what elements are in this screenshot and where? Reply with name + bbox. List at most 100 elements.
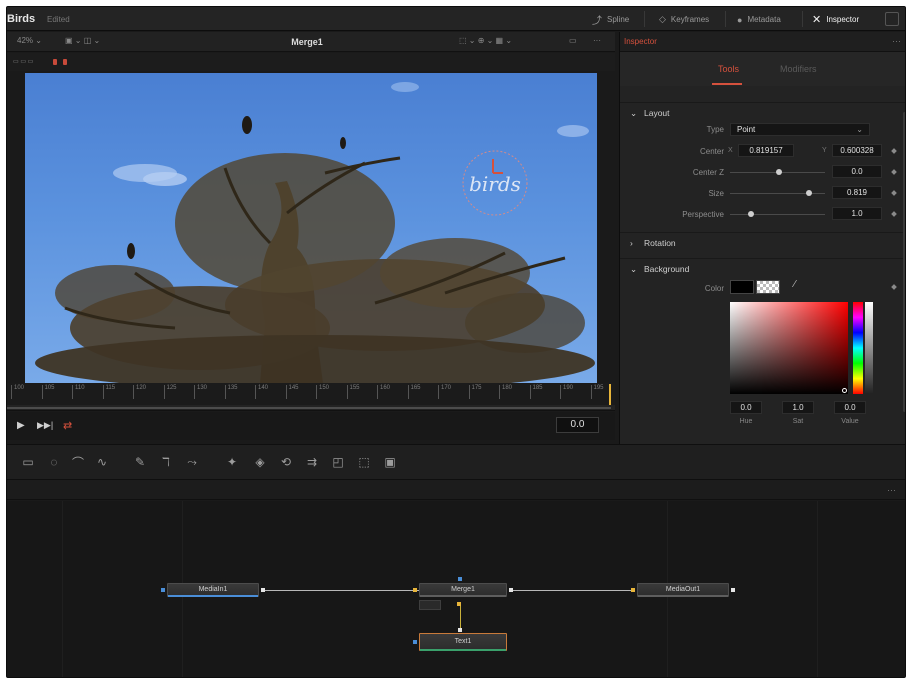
tree-photo: birds (35, 82, 595, 383)
ruler-tick: 180 (499, 385, 512, 399)
perspective-knob[interactable] (748, 211, 754, 217)
polygon-tool-icon[interactable]: ⌒ (69, 453, 87, 471)
timecode-field[interactable]: 0.0 (556, 417, 599, 433)
transform-tool-icon[interactable]: ⟲ (277, 453, 295, 471)
ruler-tick: 170 (438, 385, 451, 399)
color-swatch-current[interactable] (730, 280, 754, 294)
node-mediain[interactable]: MediaIn1 (167, 583, 259, 597)
ruler-tick: 155 (346, 385, 360, 399)
red-marker-icon (53, 59, 57, 65)
viewer-more-icon[interactable]: ··· (593, 36, 601, 48)
roi-controls[interactable]: ⬚ ⌄ ⊕ ⌄ ▦ ⌄ (459, 36, 512, 48)
spline-icon: ⤴ (592, 16, 602, 27)
inspector-button[interactable]: ✕ Inspector (812, 12, 859, 27)
keyframes-button[interactable]: ◇ Keyframes (659, 12, 709, 27)
input-port[interactable] (161, 588, 165, 592)
timeline-ruler[interactable]: 100 105 110 115 120 125 130 135 140 145 150 155 160 1… (7, 383, 615, 405)
play-icon[interactable]: ▶ (17, 420, 25, 431)
center-y-field[interactable]: 0.600328 (832, 144, 882, 157)
center-z-field[interactable]: 0.0 (832, 165, 882, 178)
3d-tool-icon[interactable]: ◰ (329, 453, 347, 471)
node-preview-tab[interactable] (419, 600, 441, 610)
keyframe-icon[interactable] (891, 211, 897, 217)
channel-icons[interactable]: ▭ ▭ ▭ (13, 58, 33, 65)
size-label: Size (708, 189, 724, 198)
background-tool-icon[interactable]: ▭ (19, 453, 37, 471)
output-port[interactable] (731, 588, 735, 592)
alpha-strip[interactable] (865, 302, 873, 394)
node-editor[interactable]: MediaIn1 Merge1 MediaOut1 Text1 (7, 501, 905, 677)
keyframe-icon[interactable] (891, 148, 897, 154)
node-text[interactable]: Text1 (419, 633, 507, 651)
loop-icon[interactable]: ⇄ (63, 419, 72, 432)
viewer-image[interactable]: birds (25, 73, 597, 383)
center-x-field[interactable]: 0.819157 (738, 144, 794, 157)
tab-modifiers[interactable]: Modifiers (780, 64, 817, 74)
color-saturation-field[interactable] (730, 302, 848, 394)
color-swatch-alpha[interactable] (756, 280, 780, 294)
rotation-section-header[interactable]: › Rotation (620, 232, 905, 250)
text-tool-icon[interactable]: ℸ (157, 453, 175, 471)
node-merge[interactable]: Merge1 (419, 583, 507, 597)
perspective-label: Perspective (682, 210, 724, 219)
background-section-header[interactable]: ⌄ Background (620, 258, 905, 276)
type-dropdown[interactable]: Point ⌄ (730, 123, 870, 136)
view-options-dropdown[interactable]: ▣ ⌄ ◫ ⌄ (65, 36, 100, 48)
paint-tool-icon[interactable]: ✎ (131, 453, 149, 471)
center-z-knob[interactable] (776, 169, 782, 175)
x-label: X (728, 147, 733, 154)
keyframe-icon[interactable] (891, 284, 897, 290)
bspline-tool-icon[interactable]: ∿ (93, 453, 111, 471)
output-port[interactable] (261, 588, 265, 592)
inspector-icon: ✕ (812, 14, 822, 26)
hue-field[interactable]: 0.0 (730, 401, 762, 414)
node-mediaout[interactable]: MediaOut1 (637, 583, 729, 597)
chevron-down-icon: ⌄ (856, 125, 863, 134)
size-field[interactable]: 0.819 (832, 186, 882, 199)
metadata-button[interactable]: ● Metadata (737, 12, 781, 27)
blur-tool-icon[interactable]: ✦ (223, 453, 241, 471)
divider (725, 11, 726, 27)
layout-section-header[interactable]: ⌄ Layout (620, 102, 905, 120)
ruler-tick: 120 (133, 385, 146, 399)
color-picker-handle[interactable] (842, 388, 847, 393)
sat-field[interactable]: 1.0 (782, 401, 814, 414)
output-port[interactable] (458, 628, 462, 632)
render-tool-icon[interactable]: ⬚ (355, 453, 373, 471)
divider (644, 11, 645, 27)
ruler-tick: 160 (377, 385, 390, 399)
inspector-scrollbar[interactable] (903, 112, 905, 412)
camera-tool-icon[interactable]: ▣ (381, 453, 399, 471)
particle-tool-icon[interactable]: ⇉ (303, 453, 321, 471)
input-port[interactable] (413, 640, 417, 644)
tab-tools[interactable]: Tools (718, 64, 739, 74)
input-port[interactable] (413, 588, 417, 592)
connection-line (261, 590, 419, 591)
playhead[interactable] (609, 384, 611, 406)
zoom-dropdown[interactable]: 42% ⌄ (17, 36, 42, 48)
input-port[interactable] (631, 588, 635, 592)
chevron-right-icon: › (630, 238, 633, 248)
inspector-more-icon[interactable]: ··· (892, 36, 901, 46)
input-port[interactable] (458, 577, 462, 581)
output-port[interactable] (509, 588, 513, 592)
viewer-layout-icon[interactable]: ▭ (569, 36, 577, 48)
eyedropper-icon[interactable]: ⁄ (794, 279, 796, 290)
perspective-slider[interactable] (730, 214, 825, 215)
next-frame-icon[interactable]: ▶▶| (37, 420, 53, 431)
spline-button[interactable]: ⤴ Spline (592, 12, 629, 27)
input-port[interactable] (457, 602, 461, 606)
node-editor-more-icon[interactable]: ··· (887, 485, 896, 495)
color-corrector-icon[interactable]: ◈ (251, 453, 269, 471)
value-field[interactable]: 0.0 (834, 401, 866, 414)
keyframe-icon[interactable] (891, 190, 897, 196)
keyframe-icon[interactable] (891, 169, 897, 175)
panel-menu-button[interactable] (885, 12, 899, 26)
perspective-field[interactable]: 1.0 (832, 207, 882, 220)
color-label: Color (704, 284, 724, 293)
merge-tool-icon[interactable]: ⤳ (183, 453, 201, 471)
size-knob[interactable] (806, 190, 812, 196)
ellipse-tool-icon[interactable]: ◌ (45, 453, 63, 471)
hue-strip[interactable] (853, 302, 863, 394)
node-color-bar (420, 595, 506, 597)
